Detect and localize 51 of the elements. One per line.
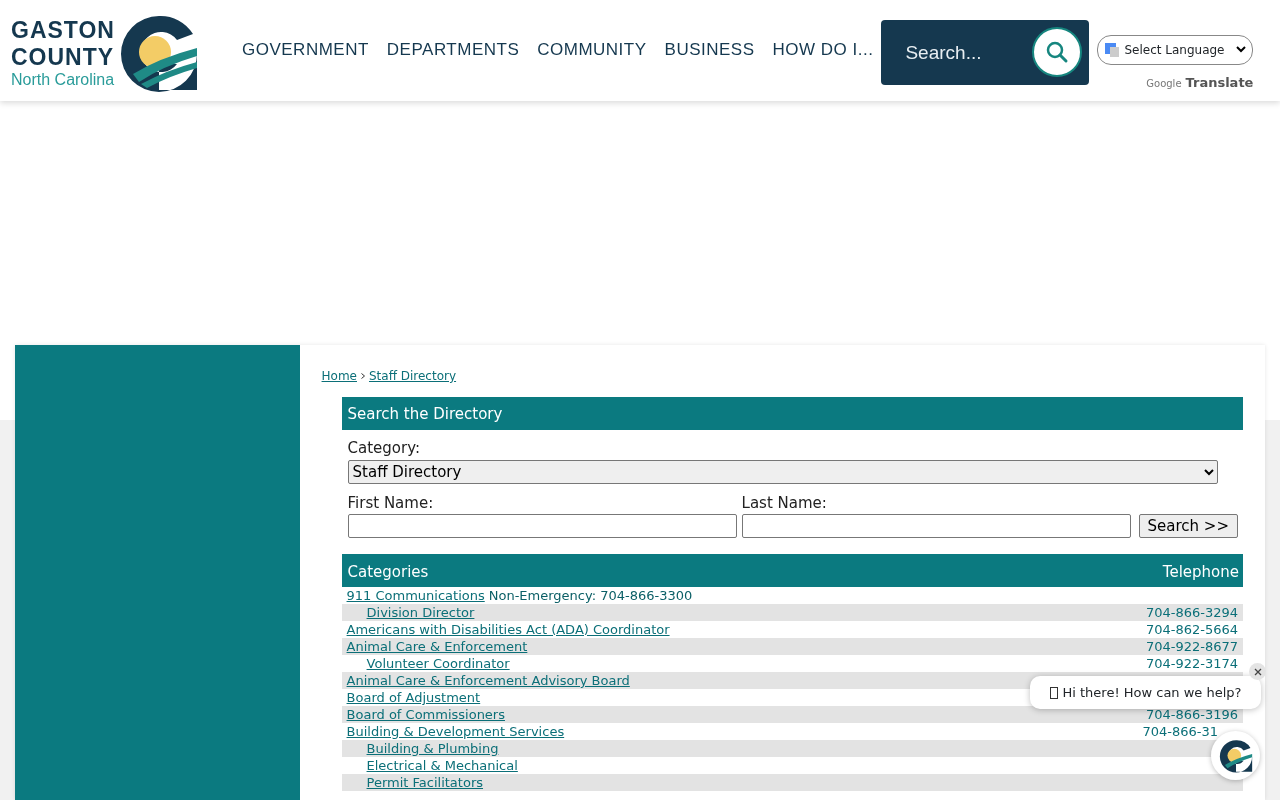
field-label: Category: [347,438,422,459]
section-header: Search the Directory [341,397,1243,430]
breadcrumb-separator-icon [361,373,365,379]
category-link[interactable]: Volunteer Coordinator [366,655,510,672]
phone-number: 704-922-3174 [1145,655,1238,672]
phone-number: 704-866-3294 [1145,604,1238,621]
translate-icon [1104,42,1121,58]
phone-number: 704-922-8677 [1145,638,1238,655]
translate-link[interactable]: Translate [1185,73,1254,93]
category-link[interactable]: 911 Communications [346,587,485,604]
breadcrumb-link[interactable]: Home [321,367,357,385]
nav-link[interactable]: BUSINESS [664,37,755,63]
logo-text: GASTON [11,17,115,44]
category-link[interactable]: Board of Adjustment [346,689,481,706]
note-text: Non-Emergency: 704-866-3300 [488,587,693,604]
logo-subtitle: North Carolina [11,71,115,89]
category-link[interactable]: Permit Facilitators [366,774,483,791]
close-icon [1253,667,1262,676]
category-link[interactable]: Board of Commissioners [346,706,505,723]
category-link[interactable]: Building & Development Services [346,723,565,740]
phone-number: 704-866-31 [1142,723,1218,740]
phone-number: 704-866-3196 [1145,706,1238,723]
breadcrumb-link[interactable]: Staff Directory [369,367,457,385]
field-label: First Name: [347,492,435,514]
column-header: Telephone [1162,562,1239,581]
category-link[interactable]: Americans with Disabilities Act (ADA) Coordinator [346,621,670,638]
glyph-icon [1049,686,1058,699]
logo-icon [119,14,199,92]
column-header: Categories [347,562,429,581]
nav-link[interactable]: HOW DO I... [772,37,874,63]
chat-message: Hi there! How can we help? [1062,683,1242,702]
last-name-field[interactable] [741,514,1131,538]
category-link[interactable]: Electrical & Mechanical [366,757,518,774]
nav-link[interactable]: GOVERNMENT [242,37,369,63]
category-link[interactable]: Division Director [366,604,475,621]
category-select[interactable]: Staff Directory [347,459,1218,484]
google-label: Google [1146,77,1182,91]
logo-text: COUNTY [11,44,115,71]
phone-number: 704-862-5664 [1145,621,1238,638]
chevron-icon [1236,46,1247,54]
nav-link[interactable]: DEPARTMENTS [386,37,520,63]
search-button[interactable]: Search >> [1138,514,1238,538]
nav-link[interactable]: COMMUNITY [537,37,647,63]
logo-icon [1218,738,1253,773]
chat-bubble[interactable]: Hi there! How can we help? [1030,676,1261,709]
field-label: Last Name: [741,492,828,514]
first-name-field[interactable] [347,514,737,538]
language-select[interactable]: Select Language [1097,35,1254,65]
category-link[interactable]: Animal Care & Enforcement [346,638,528,655]
category-link[interactable]: Building & Plumbing [366,740,499,757]
search-icon [1045,40,1070,64]
